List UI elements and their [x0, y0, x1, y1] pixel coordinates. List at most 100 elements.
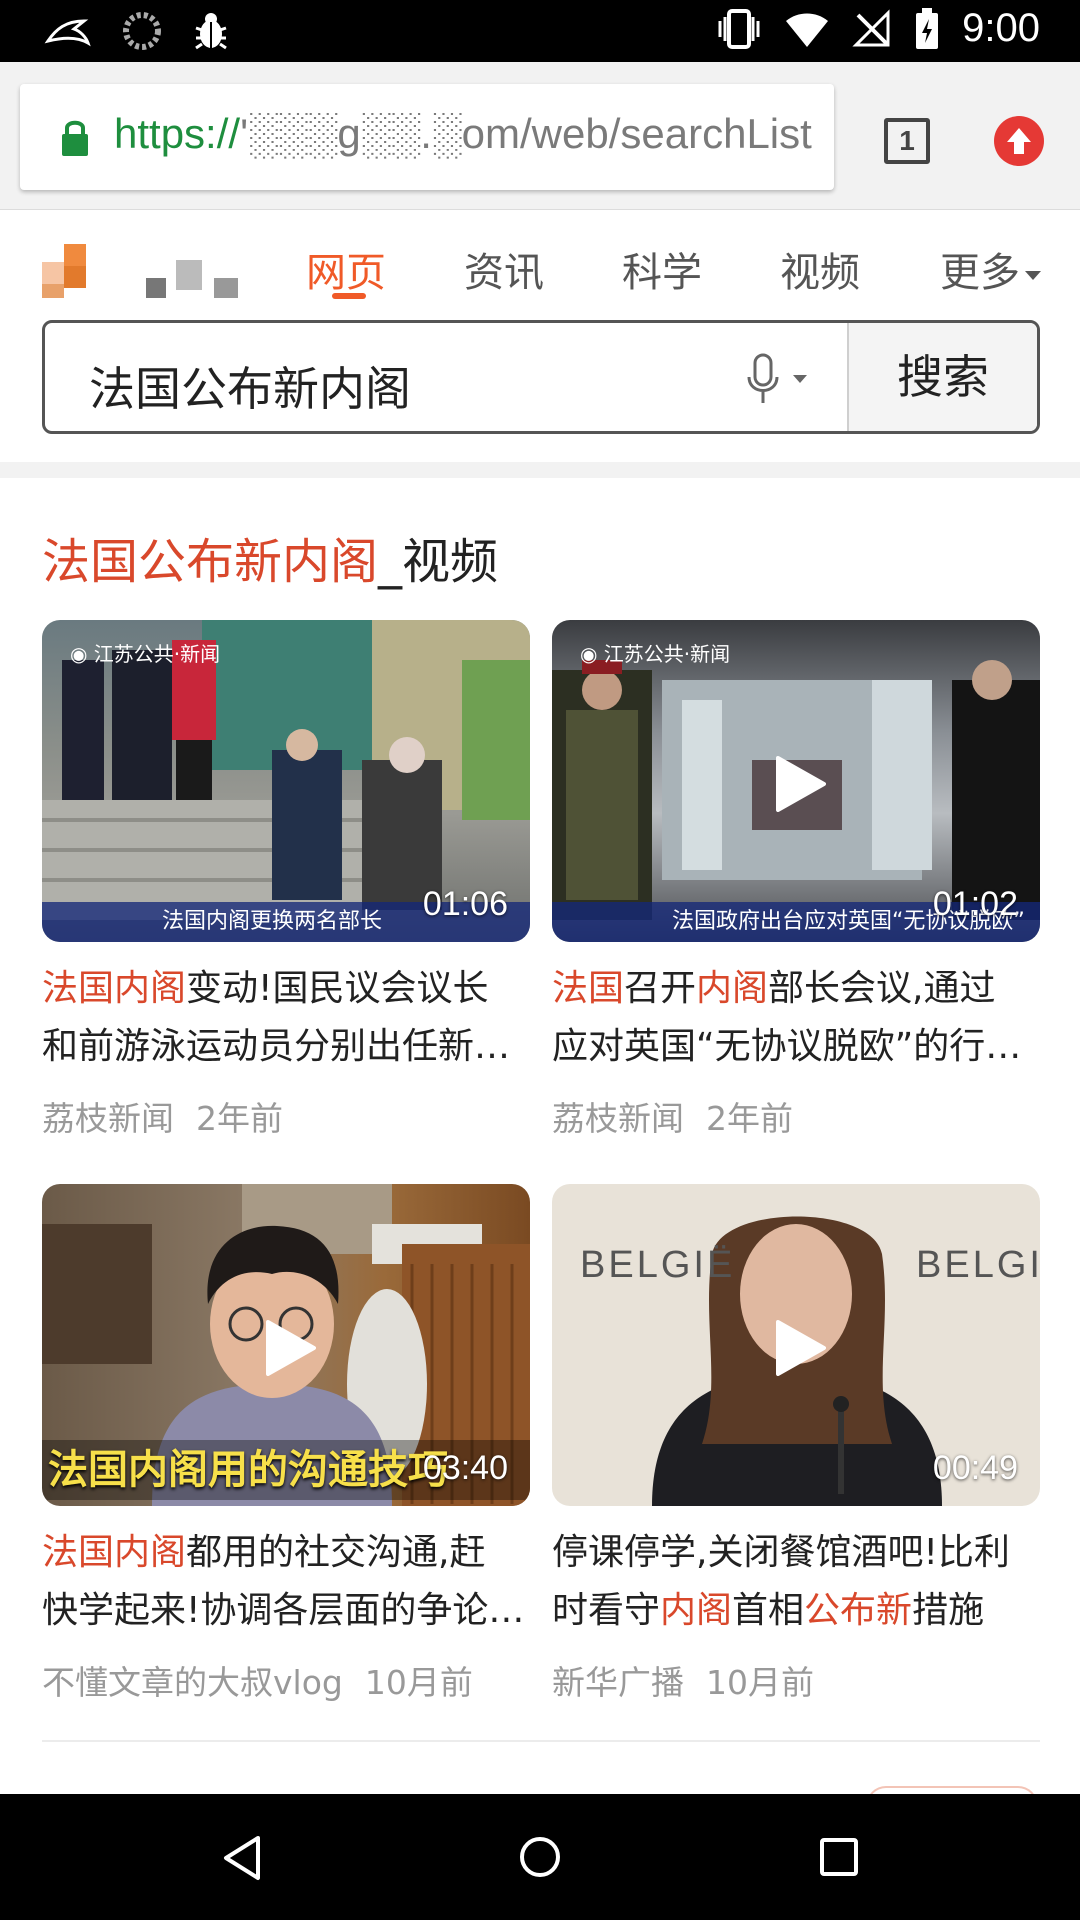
active-tab-indicator — [332, 293, 366, 299]
title-line-2: 时看守内阁首相公布新措施 — [552, 1582, 1040, 1640]
title-text: 召开 — [624, 968, 697, 1009]
back-icon[interactable] — [220, 1834, 264, 1882]
video-section-title[interactable]: 法国公布新内阁_视频 — [42, 522, 498, 592]
video-age: 10月前 — [706, 1663, 814, 1702]
url-bar[interactable]: https://'░░░g░░.░om/web/searchList — [20, 84, 834, 190]
wifi-icon — [786, 13, 829, 47]
video-title[interactable]: 法国内阁都用的社交沟通,赶 快学起来!协调各层面的争论… — [42, 1524, 530, 1640]
title-text: 首相 — [732, 1590, 805, 1631]
bug-icon — [195, 13, 227, 50]
video-duration: 03:40 — [422, 1449, 508, 1487]
title-text: 快学起来!协调各层面的争论… — [42, 1590, 525, 1631]
title-text: 部长会议,通过 — [768, 968, 996, 1009]
battery-charging-icon — [916, 7, 939, 49]
tab-news[interactable]: 资讯 — [464, 240, 544, 298]
video-thumbnail[interactable]: 法国内阁用的沟通技巧 03:40 — [42, 1184, 530, 1506]
section-title-suffix: _视频 — [378, 534, 499, 590]
title-highlight: 内阁 — [660, 1590, 733, 1631]
video-card[interactable]: ◉ 江苏公共·新闻 法国政府出台应对英国“无协议脱欧” 01:02 法国召开内阁… — [552, 620, 1040, 1140]
play-icon — [776, 1320, 826, 1376]
recents-icon[interactable] — [818, 1834, 860, 1880]
url-scheme: https:// — [114, 110, 241, 157]
video-card[interactable]: BELGIË BELGIQ 00:49 停课停学,关闭餐馆酒吧!比利 时看守内阁… — [552, 1184, 1040, 1704]
title-line-2: 快学起来!协调各层面的争论… — [42, 1582, 530, 1640]
browser-toolbar: https://'░░░g░░.░om/web/searchList 1 — [0, 62, 1080, 210]
title-line-2: 应对英国“无协议脱欧”的行… — [552, 1018, 1040, 1076]
title-line-1: 法国内阁都用的社交沟通,赶 — [42, 1524, 530, 1582]
home-icon[interactable] — [518, 1832, 562, 1882]
search-nav: 网页 资讯 科学 视频 更多 — [0, 210, 1080, 320]
url-path: '░░░g░░.░om/web/searchList — [240, 110, 812, 157]
video-source: 荔枝新闻 — [42, 1099, 174, 1138]
tab-more[interactable]: 更多 — [940, 240, 1042, 298]
lock-icon — [62, 120, 88, 156]
title-text: 和前游泳运动员分别出任新… — [42, 1026, 511, 1067]
video-title[interactable]: 停课停学,关闭餐馆酒吧!比利 时看守内阁首相公布新措施 — [552, 1524, 1040, 1640]
status-bar: 9:00 — [0, 0, 1080, 62]
vibrate-icon — [718, 8, 760, 49]
video-duration: 00:49 — [932, 1449, 1018, 1487]
site-logo[interactable] — [42, 240, 242, 300]
clock: 9:00 — [962, 6, 1040, 50]
video-source: 不懂文章的大叔vlog — [42, 1663, 343, 1702]
no-sim-icon — [852, 8, 890, 46]
title-line-1: 法国内阁变动!国民议会议长 — [42, 960, 530, 1018]
microphone-icon — [747, 353, 807, 403]
video-thumbnail[interactable]: BELGIË BELGIQ 00:49 — [552, 1184, 1040, 1506]
system-nav-bar — [0, 1794, 1080, 1920]
video-meta: 不懂文章的大叔vlog 10月前 — [42, 1656, 530, 1704]
bird-icon — [44, 19, 91, 47]
title-highlight: 法国 — [552, 968, 625, 1009]
update-icon[interactable] — [994, 116, 1044, 166]
video-card[interactable]: ◉ 江苏公共·新闻 法国内阁更换两名部长 01:06 法国内阁变动!国民议会议长… — [42, 620, 530, 1140]
title-line-2: 和前游泳运动员分别出任新… — [42, 1018, 530, 1076]
tab-science[interactable]: 科学 — [622, 240, 702, 298]
section-title-highlight: 法国公布新内阁 — [42, 534, 379, 590]
video-age: 10月前 — [364, 1663, 473, 1702]
title-highlight: 内阁 — [696, 968, 769, 1009]
video-source: 荔枝新闻 — [552, 1099, 684, 1138]
video-source: 新华广播 — [552, 1663, 684, 1702]
title-text: 都用的社交沟通,赶 — [186, 1532, 486, 1573]
tab-video[interactable]: 视频 — [780, 240, 860, 298]
play-icon — [266, 1320, 316, 1376]
watermark: ◉ 江苏公共·新闻 — [580, 642, 731, 666]
video-meta: 荔枝新闻 2年前 — [552, 1092, 1040, 1140]
title-text: 应对英国“无协议脱欧”的行… — [552, 1026, 1022, 1067]
title-highlight: 法国内阁 — [42, 968, 187, 1009]
sign-left: BELGIË — [580, 1244, 736, 1286]
video-age: 2年前 — [196, 1099, 283, 1138]
video-meta: 荔枝新闻 2年前 — [42, 1092, 530, 1140]
search-button[interactable]: 搜索 — [847, 323, 1037, 431]
search-input[interactable]: 法国公布新内阁 — [89, 353, 411, 419]
voice-search-button[interactable] — [745, 353, 813, 411]
watermark: ◉ 江苏公共·新闻 — [70, 642, 221, 666]
video-meta: 新华广播 10月前 — [552, 1656, 1040, 1704]
video-age: 2年前 — [706, 1099, 793, 1138]
title-text: 停课停学,关闭餐馆酒吧!比利 — [552, 1532, 1010, 1573]
video-thumbnail[interactable]: ◉ 江苏公共·新闻 法国内阁更换两名部长 01:06 — [42, 620, 530, 942]
title-line-1: 法国召开内阁部长会议,通过 — [552, 960, 1040, 1018]
video-card[interactable]: 法国内阁用的沟通技巧 03:40 法国内阁都用的社交沟通,赶 快学起来!协调各层… — [42, 1184, 530, 1704]
search-box: 法国公布新内阁 搜索 — [42, 320, 1040, 434]
title-highlight: 公布新 — [804, 1590, 913, 1631]
tab-switcher-button[interactable]: 1 — [884, 118, 930, 164]
title-line-1: 停课停学,关闭餐馆酒吧!比利 — [552, 1524, 1040, 1582]
chevron-down-icon — [1025, 271, 1041, 280]
video-thumbnail[interactable]: ◉ 江苏公共·新闻 法国政府出台应对英国“无协议脱欧” 01:02 — [552, 620, 1040, 942]
title-text: 时看守 — [552, 1590, 661, 1631]
video-duration: 01:06 — [422, 885, 508, 923]
section-separator — [0, 462, 1080, 478]
spinner-icon — [123, 12, 161, 50]
results-divider — [42, 1740, 1040, 1742]
play-icon — [776, 756, 826, 812]
sign-right: BELGIQ — [916, 1244, 1040, 1286]
video-title[interactable]: 法国召开内阁部长会议,通过 应对英国“无协议脱欧”的行… — [552, 960, 1040, 1076]
title-highlight: 法国内阁 — [42, 1532, 187, 1573]
url-text: https://'░░░g░░.░om/web/searchList — [114, 110, 812, 158]
video-title[interactable]: 法国内阁变动!国民议会议长 和前游泳运动员分别出任新… — [42, 960, 530, 1076]
tab-web[interactable]: 网页 — [306, 240, 386, 298]
tab-more-label: 更多 — [940, 250, 1020, 296]
video-duration: 01:02 — [932, 885, 1018, 923]
title-text: 措施 — [912, 1590, 985, 1631]
